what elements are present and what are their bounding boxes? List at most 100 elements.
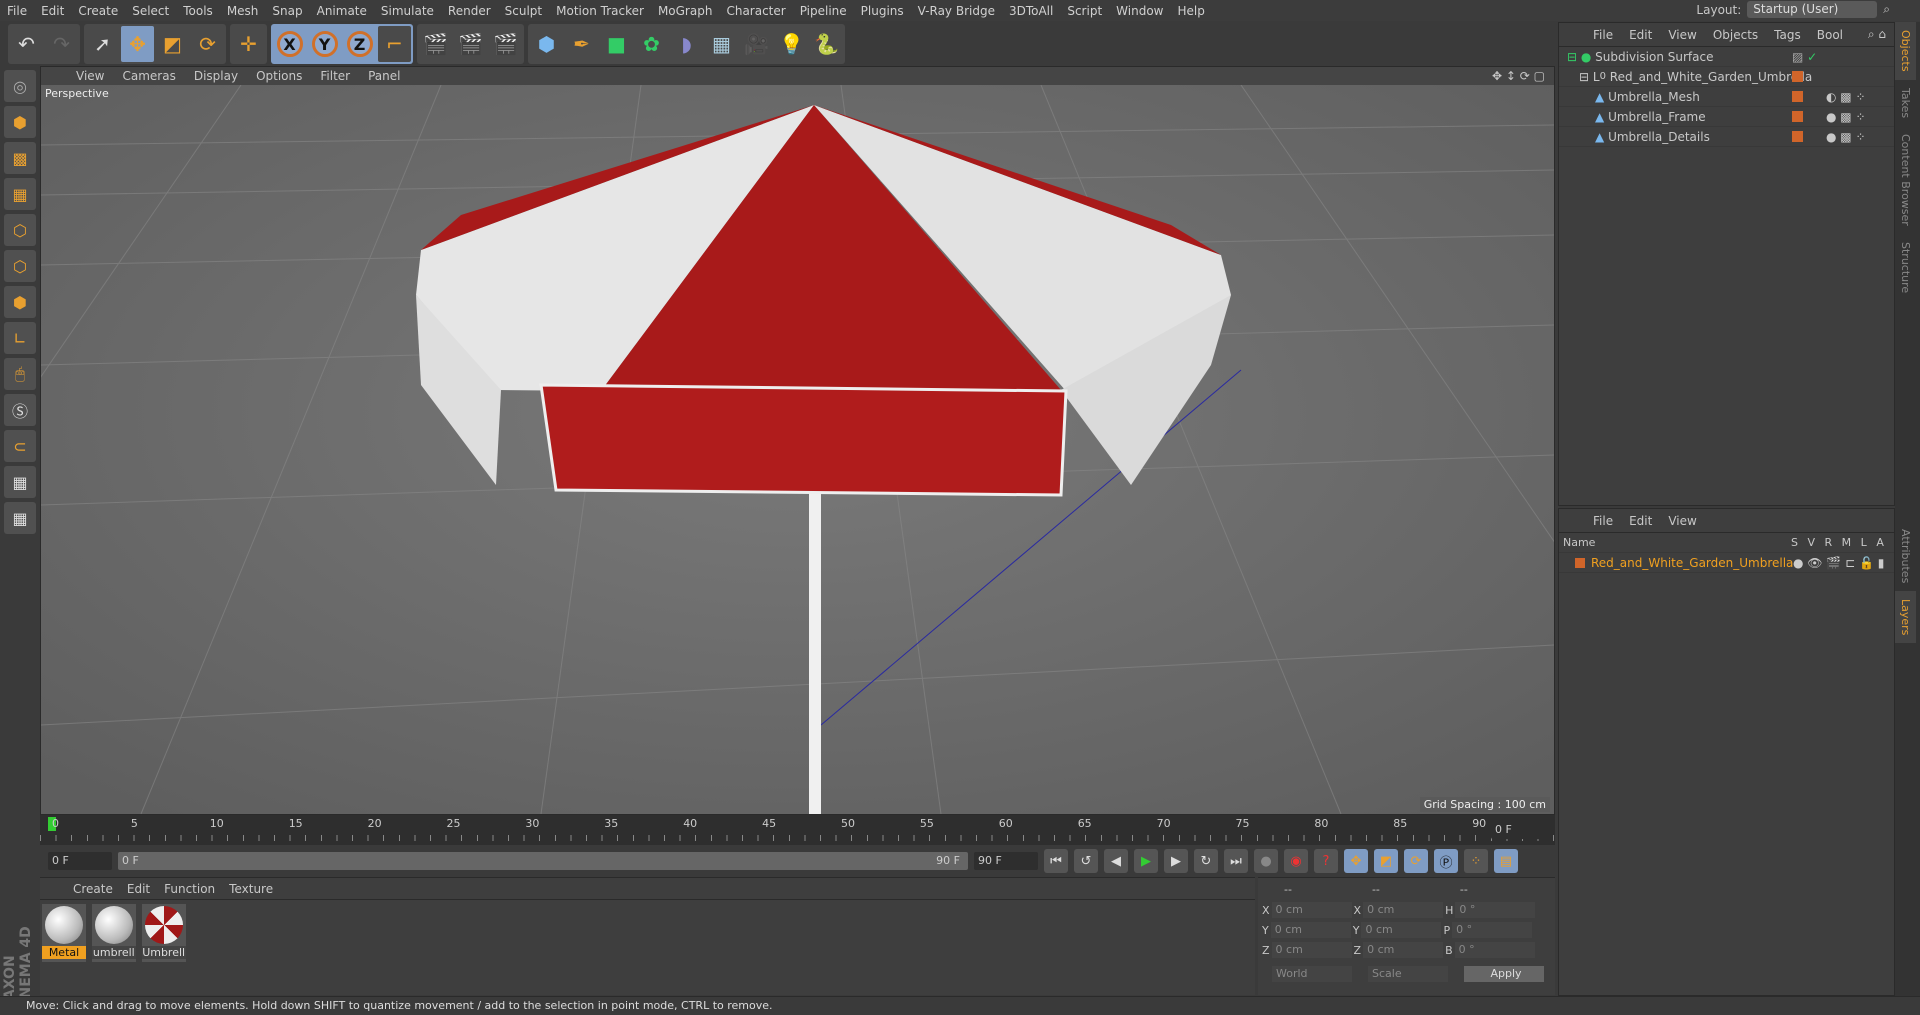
menu-help[interactable]: Help <box>1170 4 1211 18</box>
viewport-menu-display[interactable]: Display <box>185 69 247 83</box>
viewport-navigation-icons[interactable]: ✥ ↕ ⟳ ▢ <box>1483 69 1554 83</box>
menu-create[interactable]: Create <box>71 4 125 18</box>
make-editable-icon[interactable]: ◎ <box>4 70 36 102</box>
position-y[interactable]: 0 cm <box>1270 922 1351 938</box>
menu-animate[interactable]: Animate <box>310 4 374 18</box>
camera-icon[interactable]: 🎥 <box>740 26 773 62</box>
floor-icon[interactable]: ▦ <box>705 26 738 62</box>
lm-menu-view[interactable]: View <box>1660 514 1704 528</box>
viewport-menu-panel[interactable]: Panel <box>359 69 409 83</box>
key-parameter-icon[interactable]: Ⓟ <box>1434 849 1458 873</box>
tab-content-browser[interactable]: Content Browser <box>1895 126 1916 234</box>
deformer-icon[interactable]: ◗ <box>670 26 703 62</box>
om-menu-view[interactable]: View <box>1660 28 1704 42</box>
points-mode-icon[interactable]: ⬡ <box>4 214 36 246</box>
tab-structure[interactable]: Structure <box>1895 234 1916 301</box>
material-menu-function[interactable]: Function <box>157 882 222 896</box>
search-icon[interactable]: ⌕ <box>1883 2 1890 17</box>
menu-window[interactable]: Window <box>1109 4 1170 18</box>
keyframe-selection-icon[interactable]: ? <box>1314 849 1338 873</box>
layout-dropdown[interactable]: Startup (User) <box>1747 1 1878 18</box>
y-axis-icon[interactable]: Y <box>308 26 341 62</box>
size-x[interactable]: 0 cm <box>1363 902 1444 918</box>
snap-icon[interactable]: Ⓢ <box>4 394 36 426</box>
lm-menu-edit[interactable]: Edit <box>1621 514 1660 528</box>
viewport-menu-view[interactable]: View <box>67 69 113 83</box>
menu-script[interactable]: Script <box>1060 4 1109 18</box>
material-menu-create[interactable]: Create <box>66 882 120 896</box>
coordinate-system-icon[interactable]: ⌐ <box>378 26 411 62</box>
model-mode-icon[interactable]: ⬢ <box>4 106 36 138</box>
position-x[interactable]: 0 cm <box>1271 902 1352 918</box>
apply-button[interactable]: Apply <box>1464 966 1544 982</box>
previous-frame-icon[interactable]: ◀ <box>1104 849 1128 873</box>
cube-icon[interactable]: ⬢ <box>530 26 563 62</box>
menu-vray-bridge[interactable]: V-Ray Bridge <box>911 4 1002 18</box>
render-settings-icon[interactable]: 🎬 <box>489 26 522 62</box>
python-icon[interactable]: 🐍 <box>810 26 843 62</box>
z-axis-icon[interactable]: Z <box>343 26 376 62</box>
om-menu-tags[interactable]: Tags <box>1766 28 1809 42</box>
menu-motion-tracker[interactable]: Motion Tracker <box>549 4 651 18</box>
size-z[interactable]: 0 cm <box>1363 942 1444 958</box>
start-frame-field[interactable]: 0 F <box>48 852 112 870</box>
object-umbrella-null[interactable]: ⊟ L0 Red_and_White_Garden_Umbrella <box>1559 67 1894 87</box>
layer-row[interactable]: Red_and_White_Garden_Umbrella ● 👁 🎬 ⊏ 🔓 ▮ <box>1559 553 1894 573</box>
timeline-layout-icon[interactable]: ▤ <box>1494 849 1518 873</box>
material-metal[interactable]: Metal <box>42 904 86 962</box>
om-menu-bool[interactable]: Bool <box>1809 28 1851 42</box>
viewport-menu-filter[interactable]: Filter <box>311 69 359 83</box>
key-pla-icon[interactable]: ⁘ <box>1464 849 1488 873</box>
cloner-icon[interactable]: ✿ <box>635 26 668 62</box>
select-icon[interactable]: ➚ <box>86 26 119 62</box>
undo-icon[interactable]: ↶ <box>10 26 43 62</box>
menu-pipeline[interactable]: Pipeline <box>793 4 854 18</box>
coord-system-dropdown[interactable]: World <box>1272 966 1352 982</box>
go-to-start-icon[interactable]: ⏮ <box>1044 849 1068 873</box>
material-menu-edit[interactable]: Edit <box>120 882 157 896</box>
om-search-icon[interactable]: ⌕ ⌂ <box>1860 27 1894 42</box>
menu-render[interactable]: Render <box>441 4 498 18</box>
menu-file[interactable]: File <box>0 4 34 18</box>
play-icon[interactable]: ▶ <box>1134 849 1158 873</box>
tab-attributes[interactable]: Attributes <box>1895 521 1916 591</box>
render-picture-viewer-icon[interactable]: 🎬 <box>454 26 487 62</box>
menu-3dtoall[interactable]: 3DToAll <box>1002 4 1060 18</box>
material-menu-texture[interactable]: Texture <box>222 882 280 896</box>
rotation-b[interactable]: 0 ° <box>1454 942 1535 958</box>
x-axis-icon[interactable]: X <box>273 26 306 62</box>
next-key-icon[interactable]: ↻ <box>1194 849 1218 873</box>
texture-mode-icon[interactable]: ▩ <box>4 142 36 174</box>
render-view-icon[interactable]: 🎬 <box>419 26 452 62</box>
size-y[interactable]: 0 cm <box>1361 922 1442 938</box>
menu-character[interactable]: Character <box>719 4 792 18</box>
axis-mode-icon[interactable]: ∟ <box>4 322 36 354</box>
tab-takes[interactable]: Takes <box>1895 80 1916 126</box>
key-scale-icon[interactable]: ◩ <box>1374 849 1398 873</box>
subdivision-icon[interactable]: ■ <box>600 26 633 62</box>
object-umbrella-details[interactable]: ▲ Umbrella_Details ● ▩ ⁘ <box>1559 127 1894 147</box>
rotation-p[interactable]: 0 ° <box>1452 922 1533 938</box>
lm-menu-file[interactable]: File <box>1585 514 1621 528</box>
workplane-icon[interactable]: ▦ <box>4 178 36 210</box>
viewport-menu-cameras[interactable]: Cameras <box>113 69 184 83</box>
rotation-h[interactable]: 0 ° <box>1455 902 1536 918</box>
magnet-icon[interactable]: ⊂ <box>4 430 36 462</box>
tab-objects[interactable]: Objects <box>1895 22 1916 80</box>
planar-workplane-icon[interactable]: ▦ <box>4 502 36 534</box>
go-to-end-icon[interactable]: ⏭ <box>1224 849 1248 873</box>
material-umbrella-2[interactable]: Umbrell <box>141 904 186 962</box>
polygons-mode-icon[interactable]: ⬢ <box>4 286 36 318</box>
object-subdivision-surface[interactable]: ⊟ ● Subdivision Surface ▨ ✓ <box>1559 47 1894 67</box>
end-frame-field[interactable]: 90 F <box>974 852 1038 870</box>
pen-icon[interactable]: ✒ <box>565 26 598 62</box>
om-menu-file[interactable]: File <box>1585 28 1621 42</box>
viewport-menu-options[interactable]: Options <box>247 69 311 83</box>
timeline-ruler[interactable]: 0 F 0 5 10 15 20 25 30 35 40 45 50 55 60 65 70 75 80 85 90 <box>40 815 1555 845</box>
position-z[interactable]: 0 cm <box>1271 942 1352 958</box>
move-icon[interactable]: ✥ <box>121 26 154 62</box>
lock-workplane-icon[interactable]: ▦ <box>4 466 36 498</box>
light-icon[interactable]: 💡 <box>775 26 808 62</box>
menu-sculpt[interactable]: Sculpt <box>498 4 549 18</box>
key-rotation-icon[interactable]: ⟳ <box>1404 849 1428 873</box>
